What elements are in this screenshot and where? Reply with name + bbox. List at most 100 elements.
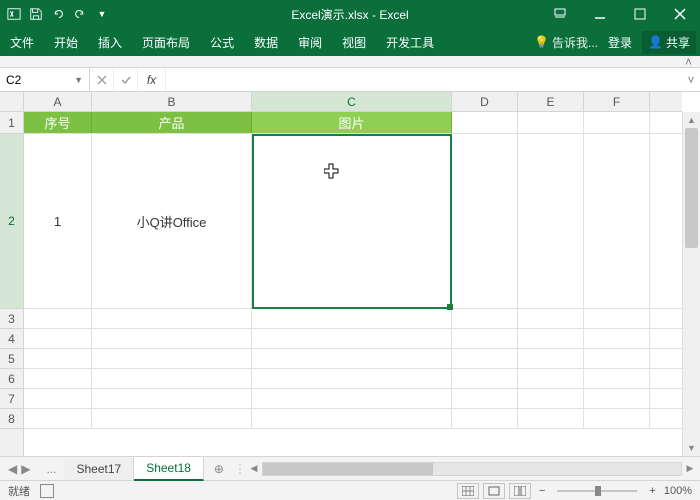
row-header-4[interactable]: 4 — [0, 329, 23, 349]
select-all-corner[interactable] — [0, 92, 24, 112]
cell[interactable] — [452, 329, 518, 348]
horizontal-scrollbar[interactable]: ◀ ▶ — [244, 462, 700, 476]
tab-review[interactable]: 审阅 — [288, 28, 332, 56]
scroll-left-icon[interactable]: ◀ — [246, 463, 262, 474]
page-layout-view-button[interactable] — [483, 483, 505, 499]
cell[interactable] — [92, 329, 252, 348]
sheet-tab-active[interactable]: Sheet18 — [134, 457, 204, 481]
sheet-tab[interactable]: Sheet17 — [64, 458, 134, 480]
row-header-8[interactable]: 8 — [0, 409, 23, 429]
cell[interactable] — [518, 369, 584, 388]
cell[interactable] — [252, 349, 452, 368]
cell[interactable] — [252, 329, 452, 348]
scroll-right-icon[interactable]: ▶ — [682, 463, 698, 474]
tab-data[interactable]: 数据 — [244, 28, 288, 56]
row-header-7[interactable]: 7 — [0, 389, 23, 409]
name-box[interactable]: C2 ▼ — [0, 68, 90, 91]
redo-icon[interactable] — [72, 6, 88, 22]
scroll-track[interactable] — [685, 128, 698, 440]
minimize-button[interactable] — [580, 0, 620, 28]
vertical-scrollbar[interactable]: ▲ ▼ — [682, 112, 700, 456]
cell[interactable] — [24, 389, 92, 408]
cell[interactable] — [92, 369, 252, 388]
cell[interactable] — [518, 409, 584, 428]
cell[interactable] — [92, 409, 252, 428]
spreadsheet[interactable]: A B C D E F 1 2 3 4 5 6 7 8 序号 产品 图片 1 小… — [0, 92, 700, 456]
cell[interactable] — [252, 389, 452, 408]
hscroll-track[interactable] — [262, 462, 682, 476]
maximize-button[interactable] — [620, 0, 660, 28]
formula-input[interactable] — [166, 68, 682, 91]
row-header-6[interactable]: 6 — [0, 369, 23, 389]
tab-formulas[interactable]: 公式 — [200, 28, 244, 56]
cell[interactable] — [92, 309, 252, 328]
scroll-up-icon[interactable]: ▲ — [683, 112, 700, 128]
login-button[interactable]: 登录 — [602, 34, 638, 51]
tell-me-search[interactable]: 💡 告诉我... — [534, 34, 598, 51]
cell[interactable] — [452, 349, 518, 368]
header-cell-B1[interactable]: 产品 — [92, 112, 252, 133]
zoom-level[interactable]: 100% — [664, 485, 692, 497]
sheet-nav-next-icon[interactable]: ▶ — [21, 462, 30, 476]
ribbon-options-icon[interactable] — [540, 0, 580, 28]
cell[interactable] — [584, 112, 650, 133]
share-button[interactable]: 👤 共享 — [642, 31, 696, 54]
cell[interactable] — [24, 409, 92, 428]
enter-formula-icon[interactable] — [114, 68, 138, 91]
col-header-C[interactable]: C — [252, 92, 452, 111]
cell[interactable] — [518, 309, 584, 328]
zoom-out-button[interactable]: − — [535, 485, 549, 497]
close-button[interactable] — [660, 0, 700, 28]
header-cell-A1[interactable]: 序号 — [24, 112, 92, 133]
macro-record-icon[interactable] — [40, 484, 54, 498]
cell[interactable] — [518, 329, 584, 348]
col-header-B[interactable]: B — [92, 92, 252, 111]
expand-formula-bar-icon[interactable]: ˅ — [682, 68, 700, 91]
col-header-A[interactable]: A — [24, 92, 92, 111]
cell-C2[interactable] — [252, 134, 452, 308]
cell[interactable] — [24, 369, 92, 388]
add-sheet-button[interactable]: ⊕ — [204, 462, 234, 476]
col-header-D[interactable]: D — [452, 92, 518, 111]
cell[interactable] — [452, 134, 518, 308]
cell[interactable] — [452, 112, 518, 133]
cell[interactable] — [252, 369, 452, 388]
row-header-3[interactable]: 3 — [0, 309, 23, 329]
undo-icon[interactable] — [50, 6, 66, 22]
cell[interactable] — [584, 369, 650, 388]
normal-view-button[interactable] — [457, 483, 479, 499]
cell[interactable] — [518, 389, 584, 408]
cell[interactable] — [24, 329, 92, 348]
tab-view[interactable]: 视图 — [332, 28, 376, 56]
sheet-nav-prev-icon[interactable]: ◀ — [8, 462, 17, 476]
cell[interactable] — [518, 349, 584, 368]
cell[interactable] — [584, 134, 650, 308]
cell[interactable] — [584, 409, 650, 428]
page-break-view-button[interactable] — [509, 483, 531, 499]
cell[interactable] — [252, 409, 452, 428]
ribbon-collapse-icon[interactable]: ˄ — [685, 55, 692, 69]
zoom-slider[interactable] — [557, 490, 637, 492]
row-header-1[interactable]: 1 — [0, 112, 23, 134]
cell[interactable] — [452, 309, 518, 328]
cell[interactable] — [584, 389, 650, 408]
scroll-thumb[interactable] — [685, 128, 698, 248]
cell-A2[interactable]: 1 — [24, 134, 92, 308]
scroll-down-icon[interactable]: ▼ — [683, 440, 700, 456]
cell[interactable] — [452, 389, 518, 408]
cells-area[interactable]: 序号 产品 图片 1 小Q讲Office — [24, 112, 682, 456]
save-icon[interactable] — [28, 6, 44, 22]
zoom-slider-thumb[interactable] — [595, 486, 601, 496]
row-header-5[interactable]: 5 — [0, 349, 23, 369]
cell-B2[interactable]: 小Q讲Office — [92, 134, 252, 308]
tab-home[interactable]: 开始 — [44, 28, 88, 56]
cell[interactable] — [252, 309, 452, 328]
cell[interactable] — [452, 369, 518, 388]
cell[interactable] — [584, 349, 650, 368]
cancel-formula-icon[interactable] — [90, 68, 114, 91]
cell[interactable] — [518, 134, 584, 308]
tab-file[interactable]: 文件 — [0, 28, 44, 56]
cell[interactable] — [92, 389, 252, 408]
col-header-F[interactable]: F — [584, 92, 650, 111]
header-cell-C1[interactable]: 图片 — [252, 112, 452, 133]
